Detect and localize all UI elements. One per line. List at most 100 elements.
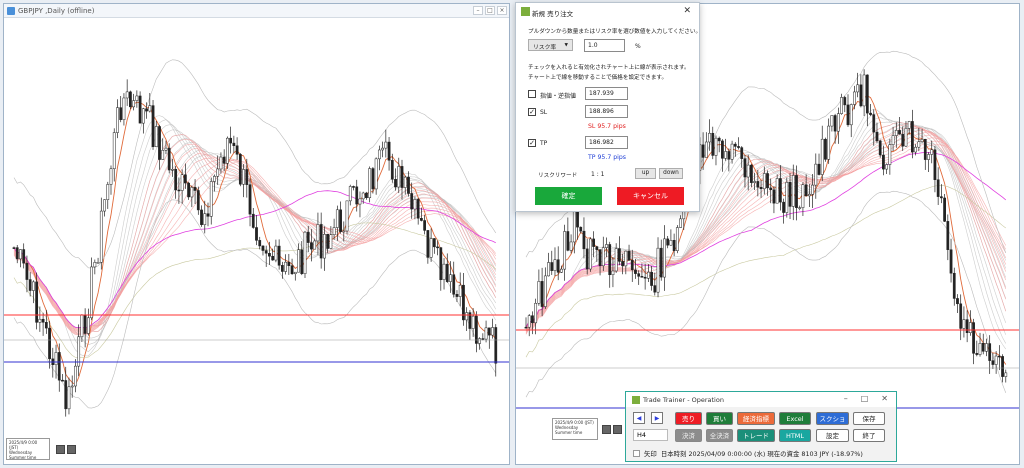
sl-price-input[interactable]: 188.896 <box>585 105 628 118</box>
minimize-button[interactable]: – <box>473 6 483 15</box>
left-price-chart[interactable] <box>4 18 509 464</box>
candle-body <box>310 242 313 250</box>
candle-body <box>203 213 207 225</box>
candle-body <box>840 97 843 114</box>
trade-trainer-title: Trade Trainer - Operation <box>643 396 724 404</box>
save-button[interactable]: 保存 <box>853 412 885 425</box>
close-icon[interactable]: ✕ <box>683 6 691 16</box>
candle-body <box>614 248 618 272</box>
status-bar: 矢印 日本時刻 2025/04/09 0:00:00 (水) 現在の資金 810… <box>633 449 863 458</box>
candle-body <box>471 315 475 329</box>
risk-value-input[interactable]: 1.0 <box>584 39 625 52</box>
settle-button[interactable]: 決済 <box>675 429 702 442</box>
sell-order-dialog[interactable]: 新規 売り注文 ✕ プルダウンから数量またはリスク率を選び数値を入力してください… <box>515 2 701 212</box>
exit-button[interactable]: 終了 <box>853 429 885 442</box>
candle-body <box>158 126 161 160</box>
maximize-button[interactable]: □ <box>485 6 495 15</box>
left-chart-prev-icon[interactable] <box>56 445 65 454</box>
trade-trainer-body: ◀ ▶ 売り 買い 経済指標 Excel スクショ 保存 H4 決済 全決済 ト… <box>626 407 896 461</box>
candle-body <box>669 240 673 246</box>
sl-checkbox[interactable]: ✓ <box>528 108 536 116</box>
info-timezone: Summer time <box>555 430 583 435</box>
candle-body <box>387 141 391 161</box>
candle-body <box>352 186 355 188</box>
trade-trainer-window[interactable]: Trade Trainer - Operation – □ ✕ ◀ ▶ 売り 買… <box>625 391 897 462</box>
screenshot-button[interactable]: スクショ <box>816 412 849 425</box>
close-button[interactable]: × <box>497 6 507 15</box>
candle-body <box>888 144 892 165</box>
candle-body <box>820 138 824 175</box>
candle-body <box>907 121 911 129</box>
dialog-title: 新規 売り注文 <box>532 10 574 18</box>
limit-order-button[interactable]: 経済指標 <box>737 412 775 425</box>
confirm-button[interactable]: 確定 <box>535 187 602 205</box>
candle-body <box>727 151 731 160</box>
minimize-button[interactable]: – <box>844 394 848 403</box>
left-chart-next-icon[interactable] <box>67 445 76 454</box>
candle-body <box>213 176 216 182</box>
right-chart-info-box: 2025/4/9 0:00 (JST) Wednesday Summer tim… <box>552 418 598 440</box>
candle-body <box>93 262 97 268</box>
down-button[interactable]: down <box>659 168 683 179</box>
tp-price-input[interactable]: 186.982 <box>585 136 628 149</box>
buy-button[interactable]: 買い <box>706 412 733 425</box>
up-button[interactable]: up <box>635 168 656 179</box>
trade-trainer-titlebar[interactable]: Trade Trainer - Operation – □ ✕ <box>626 392 896 407</box>
settings-button[interactable]: 設定 <box>816 429 849 442</box>
maximize-button[interactable]: □ <box>861 394 869 403</box>
candle-body <box>458 284 462 297</box>
candle-body <box>474 315 478 344</box>
risk-type-select[interactable]: リスク率 ▼ <box>528 39 573 51</box>
left-chart-titlebar[interactable]: GBPJPY ,Daily (offline) – □ × <box>4 4 509 18</box>
candle-body <box>174 168 178 191</box>
candle-body <box>721 140 724 159</box>
candle-body <box>811 184 814 195</box>
candle-body <box>445 263 449 282</box>
candle-body <box>563 231 567 270</box>
arrow-checkbox[interactable] <box>633 450 640 457</box>
candle-body <box>663 238 666 278</box>
right-chart-next-icon[interactable] <box>613 425 622 434</box>
candle-body <box>898 130 901 135</box>
cancel-button[interactable]: キャンセル <box>617 187 684 205</box>
limit-price-input[interactable]: 187.939 <box>585 87 628 100</box>
candle-body <box>99 210 103 263</box>
candle-body <box>560 268 563 273</box>
sell-button[interactable]: 売り <box>675 412 702 425</box>
next-bar-icon[interactable]: ▶ <box>651 412 663 424</box>
candle-body <box>862 74 866 107</box>
dialog-titlebar[interactable]: 新規 売り注文 ✕ <box>516 3 699 20</box>
candle-body <box>487 327 491 336</box>
candle-body <box>361 192 365 200</box>
candle-body <box>708 132 711 143</box>
limit-checkbox[interactable] <box>528 90 536 98</box>
candle-body <box>103 199 106 212</box>
candle-body <box>390 160 394 180</box>
candle-body <box>255 227 258 241</box>
candle-body <box>164 147 168 151</box>
html-button[interactable]: HTML <box>779 429 811 442</box>
excel-button[interactable]: Excel <box>779 412 811 425</box>
candle-body <box>313 240 317 250</box>
trade-button[interactable]: トレード <box>737 429 775 442</box>
candle-body <box>329 234 333 249</box>
right-chart-prev-icon[interactable] <box>602 425 611 434</box>
candle-body <box>44 322 48 329</box>
candle-body <box>193 187 197 191</box>
prev-bar-icon[interactable]: ◀ <box>633 412 645 424</box>
tp-checkbox[interactable]: ✓ <box>528 139 536 147</box>
timeframe-select[interactable]: H4 <box>633 429 668 441</box>
candle-body <box>962 319 966 329</box>
candle-body <box>994 355 998 365</box>
candle-body <box>154 126 158 147</box>
candle-body <box>216 168 220 177</box>
settle-all-button[interactable]: 全決済 <box>706 429 733 442</box>
candle-body <box>746 164 750 178</box>
candle-body <box>701 144 705 158</box>
candle-body <box>190 187 194 198</box>
candle-body <box>19 249 22 260</box>
app-icon <box>632 396 640 404</box>
close-button[interactable]: ✕ <box>881 394 888 403</box>
candle-body <box>112 132 116 170</box>
left-chart-window[interactable]: GBPJPY ,Daily (offline) – □ × 2025/4/9 0… <box>3 3 510 465</box>
